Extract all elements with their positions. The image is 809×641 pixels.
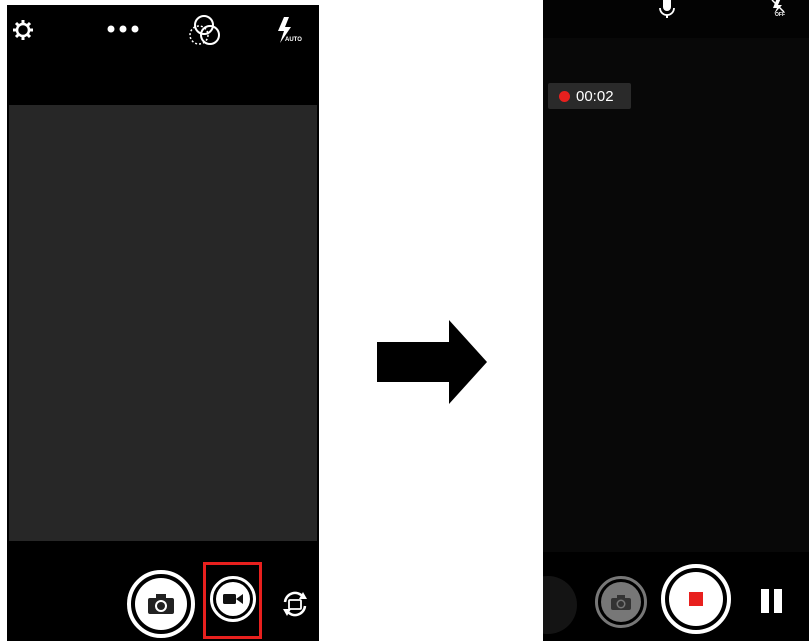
photo-capture-button[interactable] xyxy=(595,576,647,628)
filter-icon[interactable] xyxy=(187,13,223,49)
more-icon[interactable] xyxy=(105,23,141,35)
recording-timer: 00:02 xyxy=(548,83,631,109)
video-mode-button[interactable] xyxy=(210,576,256,622)
video-camera-icon xyxy=(223,594,243,604)
recording-dot-icon xyxy=(559,90,570,102)
bottom-controls xyxy=(543,552,809,641)
switch-camera-icon[interactable] xyxy=(279,588,311,620)
stop-icon xyxy=(689,592,703,606)
recording-time: 00:02 xyxy=(576,87,614,105)
photo-shutter-inner xyxy=(135,578,187,630)
top-toolbar: OFF xyxy=(543,0,809,38)
camera-preview[interactable] xyxy=(9,105,317,541)
camera-screen-recording: OFF 00:02 xyxy=(543,0,809,641)
settings-icon[interactable] xyxy=(12,19,34,41)
pause-button[interactable] xyxy=(759,589,785,613)
flash-auto-icon[interactable]: AUTO xyxy=(275,16,302,46)
transition-arrow-icon xyxy=(377,320,487,404)
top-toolbar: AUTO xyxy=(7,5,319,61)
photo-shutter-button[interactable] xyxy=(127,570,195,638)
stop-record-button[interactable] xyxy=(661,564,731,634)
gallery-thumbnail[interactable] xyxy=(543,576,577,634)
video-mode-inner xyxy=(216,582,250,616)
camera-icon xyxy=(148,594,174,614)
camera-icon xyxy=(611,594,631,610)
microphone-icon[interactable] xyxy=(657,0,677,18)
camera-screen-before: AUTO xyxy=(7,5,319,641)
bottom-controls xyxy=(7,558,319,641)
flash-mode-label: OFF xyxy=(775,12,785,18)
flash-mode-label: AUTO xyxy=(285,37,302,43)
flash-off-icon[interactable]: OFF xyxy=(770,0,790,20)
pause-icon xyxy=(761,589,782,613)
stop-record-inner xyxy=(669,572,723,626)
photo-capture-inner xyxy=(601,582,641,622)
